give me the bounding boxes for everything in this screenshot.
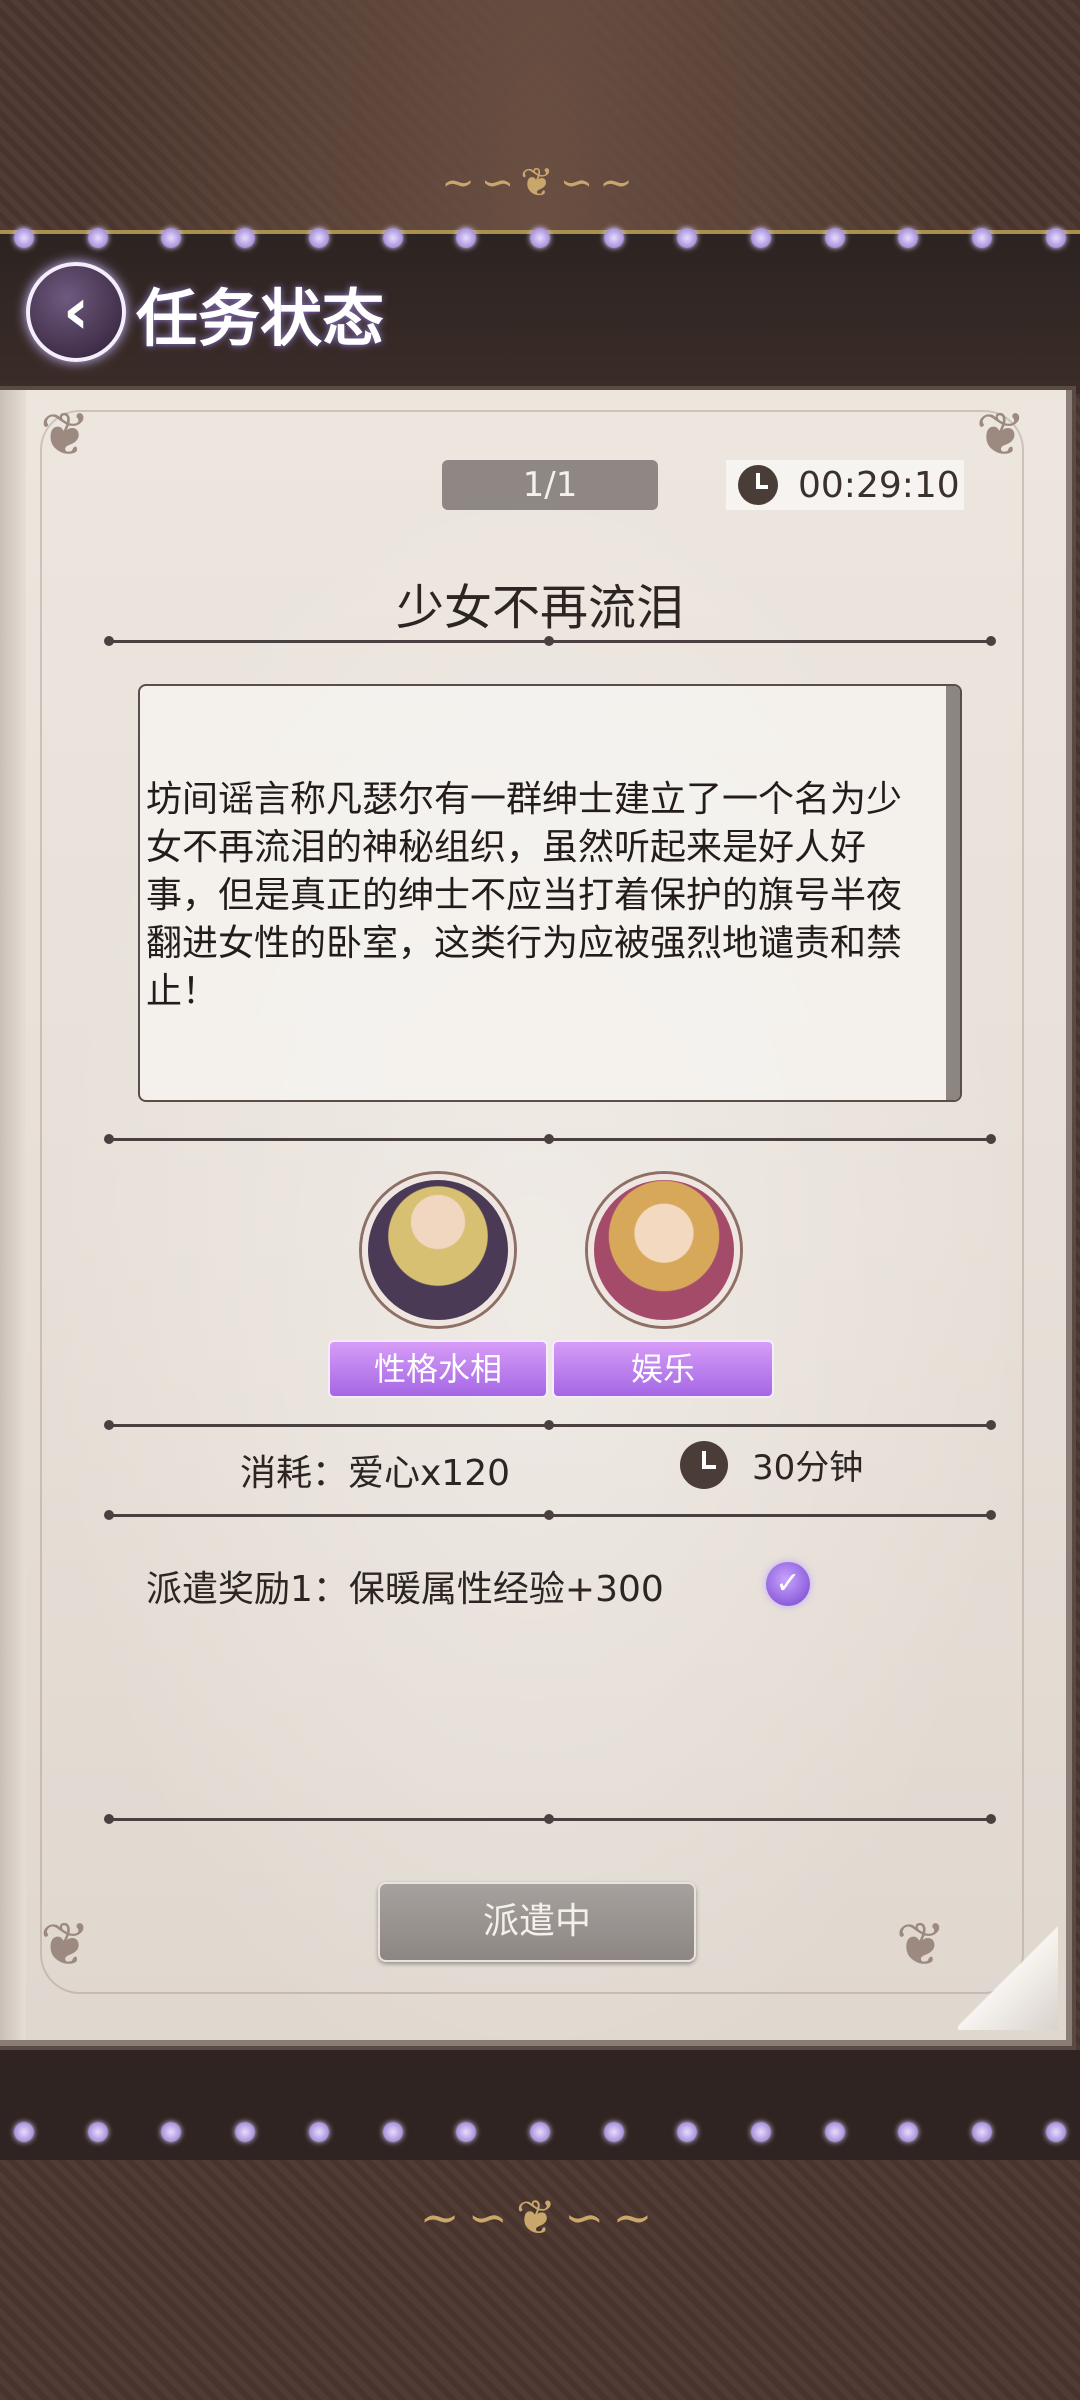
- footer-strip: [0, 2050, 1080, 2160]
- divider: [104, 636, 996, 646]
- mission-title: 少女不再流泪: [395, 580, 684, 636]
- countdown-timer: 00:29:10: [726, 460, 964, 510]
- check-icon: ✓: [766, 1562, 810, 1606]
- mission-paper: ❦ ❦ ❦ ❦: [0, 390, 1072, 2046]
- tag-personality: 性格水相: [328, 1340, 548, 1398]
- tag-entertainment: 娱乐: [552, 1340, 774, 1398]
- character-avatar-2[interactable]: [588, 1174, 740, 1326]
- paper-frame: [40, 410, 1024, 1994]
- clock-icon: [738, 465, 778, 505]
- mission-description: 坊间谣言称凡瑟尔有一群绅士建立了一个名为少女不再流泪的神秘组织，虽然听起来是好人…: [146, 779, 903, 1012]
- divider: [104, 1814, 996, 1824]
- page-curl-icon[interactable]: [958, 1920, 1058, 2030]
- bottom-ornament: ~∽❦∽~: [419, 2190, 661, 2246]
- ornament-corner-icon: ❦: [895, 1910, 946, 1980]
- ornament-corner-icon: ❦: [40, 1910, 91, 1980]
- chevron-left-icon: ‹: [62, 275, 90, 349]
- top-ornament: ~∽❦∽~: [441, 160, 639, 206]
- mission-cost: 消耗：爱心x120: [240, 1453, 511, 1494]
- dispatch-button[interactable]: 派遣中: [378, 1882, 696, 1962]
- divider: [104, 1134, 996, 1144]
- timer-text: 00:29:10: [798, 464, 960, 506]
- reward-text: 派遣奖励1：保暖属性经验+300: [146, 1569, 664, 1610]
- mission-counter: 1/1: [442, 460, 658, 510]
- mission-duration: 30分钟: [680, 1440, 863, 1489]
- ornament-corner-icon: ❦: [975, 400, 1026, 470]
- duration-text: 30分钟: [752, 1448, 864, 1488]
- character-avatar-1[interactable]: [362, 1174, 514, 1326]
- clock-icon: [680, 1440, 728, 1489]
- divider: [104, 1510, 996, 1520]
- flower-border-top: [0, 220, 1080, 256]
- divider: [104, 1420, 996, 1430]
- flower-border-bottom: [0, 2114, 1080, 2150]
- page-title: 任务状态: [136, 282, 385, 355]
- back-button[interactable]: ‹: [26, 262, 126, 362]
- ornament-corner-icon: ❦: [40, 400, 91, 470]
